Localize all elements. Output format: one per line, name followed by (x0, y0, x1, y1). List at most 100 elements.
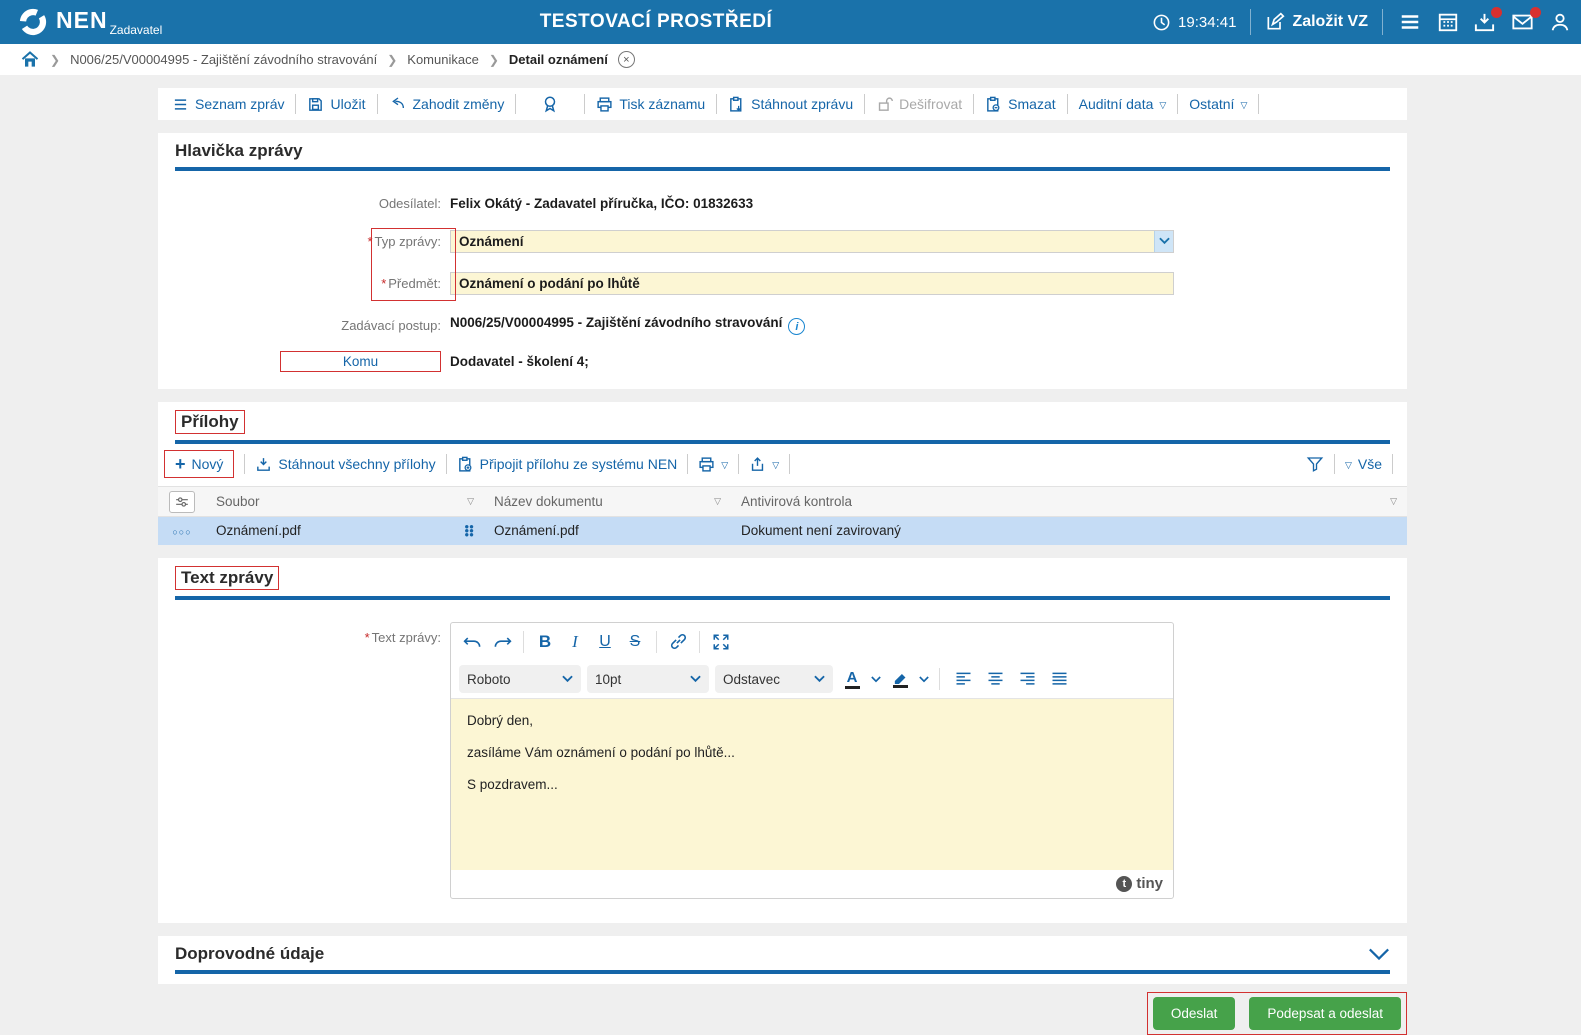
divider (1333, 454, 1335, 474)
font-family-select[interactable]: Roboto (459, 665, 581, 693)
block-format-select[interactable]: Odstavec (715, 665, 833, 693)
text-color-button[interactable]: A (839, 666, 865, 692)
link-button[interactable] (665, 629, 691, 655)
align-right-button[interactable] (1014, 666, 1040, 692)
divider (687, 454, 689, 474)
user-profile-button[interactable] (1549, 11, 1571, 33)
sign-and-send-button[interactable]: Podepsat a odeslat (1249, 996, 1401, 1030)
inbox-button[interactable] (1473, 6, 1502, 34)
filter-triangle-icon[interactable]: ▽ (1390, 496, 1397, 507)
required-marker: * (364, 629, 370, 645)
divider (738, 454, 740, 474)
highlight-color-button[interactable] (887, 666, 913, 692)
unlock-icon (878, 96, 894, 111)
required-marker: * (381, 275, 387, 291)
subject-input[interactable]: Oznámení o podání po lhůtě (450, 271, 1174, 295)
close-tab-icon[interactable]: × (617, 51, 635, 68)
message-list-button[interactable]: Seznam zpráv (172, 96, 284, 112)
filter-button[interactable] (1306, 455, 1324, 473)
editor-status-bar: t tiny (451, 870, 1173, 898)
message-header-section: Hlavička zprávy Odesílatel: Felix Okátý … (158, 133, 1407, 389)
underline-button[interactable]: U (592, 629, 618, 655)
chevron-down-icon[interactable] (871, 675, 881, 683)
triangle-down-icon: ▽ (772, 459, 780, 470)
clipboard-download-icon (730, 96, 742, 112)
align-left-button[interactable] (950, 666, 976, 692)
menu-button[interactable] (1397, 11, 1423, 33)
recipients-button[interactable]: Komu (280, 350, 441, 372)
notification-badge (1530, 7, 1541, 18)
calendar-button[interactable] (1437, 11, 1459, 33)
decrypt-button: Dešifrovat (876, 96, 962, 113)
info-icon[interactable]: i (788, 318, 806, 336)
column-header-antivirus[interactable]: Antivirová kontrola ▽ (731, 486, 1407, 517)
delete-button[interactable]: Smazat (985, 96, 1056, 113)
column-header-docname[interactable]: Název dokumentu ▽ (484, 486, 731, 517)
column-settings-button[interactable] (169, 490, 195, 513)
certificate-button[interactable] (527, 95, 573, 113)
logo-text: NEN (56, 7, 108, 33)
fullscreen-icon (713, 634, 729, 649)
table-row-attachment[interactable]: ○○○ Oznámení.pdf ●● ●● ●● Oznámení.pdf Doku… (158, 516, 1407, 545)
expand-chevron-icon[interactable] (1368, 947, 1390, 961)
fullscreen-button[interactable] (708, 629, 734, 655)
strikethrough-button[interactable]: S (622, 629, 648, 655)
divider (523, 630, 524, 653)
save-button[interactable]: Uložit (307, 96, 366, 113)
color-swatch (892, 684, 908, 688)
home-icon[interactable] (20, 50, 40, 70)
chevron-down-icon (690, 675, 701, 683)
divider (656, 630, 657, 653)
breadcrumb-item-procedure[interactable]: N006/25/V00004995 - Zajištění závodního … (70, 52, 377, 67)
download-message-button[interactable]: Stáhnout zprávu (728, 96, 853, 113)
share-upload-icon (752, 456, 764, 471)
discard-changes-button[interactable]: Zahodit změny (389, 96, 504, 112)
align-center-button[interactable] (982, 666, 1008, 692)
create-vz-label: Založit VZ (1292, 13, 1368, 30)
message-type-select[interactable]: Oznámení (450, 229, 1174, 253)
clipboard-attach-icon (458, 456, 472, 472)
redo-button[interactable] (489, 629, 515, 655)
section-underline (175, 167, 1390, 171)
italic-button[interactable]: I (562, 629, 588, 655)
attachments-toolbar: + Nový Stáhnout všechny přílohy Připojit… (158, 444, 1407, 484)
filter-triangle-icon[interactable]: ▽ (467, 496, 474, 507)
command-toolbar: Seznam zpráv Uložit Zahodit změny Tisk z… (158, 88, 1407, 120)
triangle-down-icon: ▽ (1344, 459, 1352, 470)
chevron-down-icon[interactable] (919, 675, 929, 683)
other-button[interactable]: Ostatní ▽ (1189, 96, 1247, 112)
row-menu-icon[interactable]: ○○○ (172, 527, 191, 537)
filter-triangle-icon[interactable]: ▽ (714, 496, 721, 507)
font-size-select[interactable]: 10pt (587, 665, 709, 693)
message-body-textarea[interactable]: Dobrý den, zasíláme Vám oznámení o podán… (451, 698, 1173, 870)
column-header-file[interactable]: Soubor ▽ (206, 486, 484, 517)
filter-all-button[interactable]: ▽ Vše (1345, 456, 1382, 472)
highlighter-icon (894, 673, 905, 684)
breadcrumb-item-communication[interactable]: Komunikace (407, 52, 479, 67)
create-vz-button[interactable]: Založit VZ (1265, 12, 1368, 32)
audit-data-button[interactable]: Auditní data ▽ (1079, 96, 1167, 112)
divider (584, 94, 586, 114)
messages-button[interactable] (1510, 7, 1541, 33)
section-underline (175, 595, 1390, 600)
undo-button[interactable] (459, 629, 485, 655)
attach-from-nen-button[interactable]: Připojit přílohu ze systému NEN (457, 456, 677, 473)
editor-toolbar-row2: Roboto 10pt Odstavec A (451, 661, 1173, 699)
edit-icon (1267, 12, 1285, 30)
tinymce-brand[interactable]: t tiny (1116, 875, 1163, 892)
print-attachments-button[interactable]: ▽ (698, 456, 728, 473)
nen-logo[interactable]: NEN Zadavatel (0, 7, 162, 37)
export-attachments-button[interactable]: ▽ (749, 456, 779, 473)
dropdown-button[interactable] (1154, 230, 1173, 252)
chevron-down-icon (814, 675, 825, 683)
bold-button[interactable]: B (532, 629, 558, 655)
breadcrumb-separator: ❯ (50, 52, 61, 67)
print-record-button[interactable]: Tisk záznamu (596, 96, 705, 113)
download-all-attachments-button[interactable]: Stáhnout všechny přílohy (255, 456, 436, 473)
new-attachment-button[interactable]: + Nový (164, 450, 235, 478)
send-button[interactable]: Odeslat (1152, 996, 1236, 1030)
drag-handle-icon[interactable]: ●● ●● ●● (464, 522, 474, 538)
breadcrumb-separator: ❯ (387, 52, 398, 67)
align-justify-button[interactable] (1046, 666, 1072, 692)
section-title-attachments: Přílohy (175, 410, 245, 434)
